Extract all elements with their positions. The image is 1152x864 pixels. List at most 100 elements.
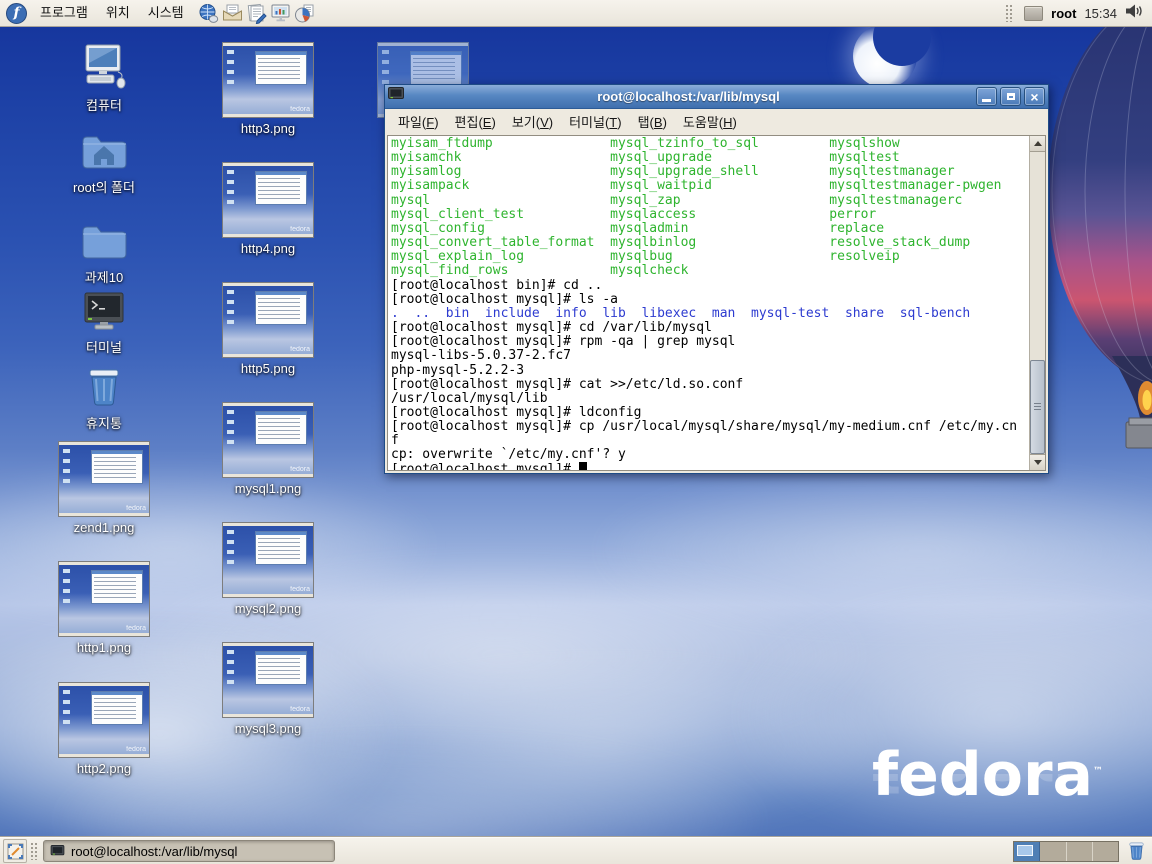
terminal-line: mysql_config mysqladmin replace <box>391 222 1028 236</box>
moon-graphic <box>853 24 921 90</box>
scroll-down-button[interactable] <box>1030 454 1045 470</box>
terminal-line: f <box>391 434 1028 448</box>
workspace-4[interactable] <box>1093 842 1118 861</box>
desktop-icon-label: 과제10 <box>85 270 123 285</box>
calc-icon[interactable] <box>293 1 317 25</box>
panel-launchers <box>197 1 317 25</box>
window-titlebar[interactable]: root@localhost:/var/lib/mysql × <box>385 85 1048 109</box>
screenshot-thumbnail: fedora <box>58 682 150 758</box>
panel-grip[interactable] <box>1005 4 1013 22</box>
terminal-line: mysql_convert_table_format mysqlbinlog r… <box>391 236 1028 250</box>
image-thumbnail-icon: fedora <box>222 642 314 718</box>
fedora-menu-icon[interactable]: f <box>6 3 27 24</box>
terminal-line: [root@localhost mysql]# cd /var/lib/mysq… <box>391 321 1028 335</box>
scrollbar-thumb[interactable] <box>1030 360 1045 454</box>
terminal-line: myisamlog mysql_upgrade_shell mysqltestm… <box>391 165 1028 179</box>
desktop-icon-label: mysql2.png <box>235 601 301 616</box>
maximize-button[interactable] <box>1000 87 1021 106</box>
clock[interactable]: 15:34 <box>1084 6 1117 21</box>
panel-menu-시스템[interactable]: 시스템 <box>139 0 193 26</box>
desktop-icon-http4-png[interactable]: fedorahttp4.png <box>214 162 322 256</box>
notification-app-icon[interactable] <box>1024 6 1043 21</box>
scrollbar[interactable] <box>1029 136 1045 470</box>
terminal-menu-B[interactable]: 탭(B) <box>630 110 675 133</box>
window-list-button[interactable]: root@localhost:/var/lib/mysql <box>43 840 335 862</box>
terminal-menubar: 파일(F)편집(E)보기(V)터미널(T)탭(B)도움말(H) <box>385 109 1048 134</box>
terminal-menu-E[interactable]: 편집(E) <box>447 110 504 133</box>
terminal-menu-H[interactable]: 도움말(H) <box>675 110 745 133</box>
close-button[interactable]: × <box>1024 87 1045 106</box>
terminal-line: myisamchk mysql_upgrade mysqltest <box>391 151 1028 165</box>
show-desktop-button[interactable] <box>3 839 27 863</box>
terminal-icon <box>82 292 126 337</box>
terminal-line: php-mysql-5.2.2-3 <box>391 364 1028 378</box>
terminal-menu-V[interactable]: 보기(V) <box>504 110 561 133</box>
desktop-icon--[interactable]: 터미널 <box>48 292 160 355</box>
desktop-icon-label: http2.png <box>77 761 131 776</box>
terminal-line: [root@localhost bin]# cd .. <box>391 279 1028 293</box>
terminal-content-area[interactable]: myisam_ftdump mysql_tzinfo_to_sql mysqls… <box>387 135 1046 471</box>
panel-menu-위치[interactable]: 위치 <box>97 0 139 26</box>
terminal-menu-F[interactable]: 파일(F) <box>390 110 447 133</box>
screenshot-thumbnail: fedora <box>222 282 314 358</box>
workspace-switcher <box>1013 841 1119 862</box>
terminal-line: mysql_client_test mysqlaccess perror <box>391 208 1028 222</box>
minimize-button[interactable] <box>976 87 997 106</box>
workspace-2[interactable] <box>1040 842 1066 861</box>
desktop-icon-root-[interactable]: root의 폴더 <box>48 132 160 195</box>
workspace-1[interactable] <box>1014 842 1040 861</box>
terminal-line: [root@localhost mysql]# ls -a <box>391 293 1028 307</box>
window-title: root@localhost:/var/lib/mysql <box>404 89 973 104</box>
home-folder-icon <box>80 132 128 177</box>
computer-icon <box>80 44 128 95</box>
desktop-icon-label: 컴퓨터 <box>86 98 122 113</box>
terminal-text: myisam_ftdump mysql_tzinfo_to_sql mysqls… <box>391 137 1028 470</box>
user-switcher-label[interactable]: root <box>1051 6 1076 21</box>
desktop-icon-http1-png[interactable]: fedorahttp1.png <box>48 561 160 655</box>
screen: fedora™ fedora 컴퓨터root의 폴더과제10터미널휴지통fedo… <box>0 0 1152 864</box>
panel-grip[interactable] <box>30 842 38 860</box>
desktop-icon--10[interactable]: 과제10 <box>48 222 160 285</box>
desktop-icon-http5-png[interactable]: fedora http5.png <box>214 282 322 376</box>
writer-icon[interactable] <box>245 1 269 25</box>
terminal-icon <box>388 87 404 106</box>
terminal-line: myisam_ftdump mysql_tzinfo_to_sql mysqls… <box>391 137 1028 151</box>
terminal-line: [root@localhost mysql]# cp /usr/local/my… <box>391 420 1028 434</box>
web-browser-icon[interactable] <box>197 1 221 25</box>
desktop-icon-label: http3.png <box>241 121 295 136</box>
desktop-icon-http2-png[interactable]: fedora http2.png <box>48 682 160 776</box>
screenshot-thumbnail: fedora <box>222 522 314 598</box>
desktop-icon-label: mysql1.png <box>235 481 301 496</box>
terminal-icon <box>50 845 65 857</box>
desktop-icon-mysql3-png[interactable]: fedoramysql3.png <box>214 642 322 736</box>
desktop-icon-zend1-png[interactable]: fedorazend1.png <box>48 441 160 535</box>
workspace-window-preview <box>1017 845 1033 856</box>
screenshot-thumbnail: fedora <box>58 441 150 517</box>
terminal-line: mysql_explain_log mysqlbug resolveip <box>391 250 1028 264</box>
desktop-icon--[interactable]: 휴지통 <box>48 366 160 431</box>
desktop-icon-label: http5.png <box>241 361 295 376</box>
impress-icon[interactable] <box>269 1 293 25</box>
speaker-icon[interactable] <box>1125 2 1144 25</box>
desktop-icon--[interactable]: 컴퓨터 <box>48 44 160 113</box>
top-panel: f 프로그램위치시스템 root 15:34 <box>0 0 1152 27</box>
terminal-line: [root@localhost mysql]# ldconfig <box>391 406 1028 420</box>
panel-menu-프로그램[interactable]: 프로그램 <box>31 0 97 26</box>
image-thumbnail-icon: fedora <box>222 282 314 358</box>
email-icon[interactable] <box>221 1 245 25</box>
desktop-icon-http3-png[interactable]: fedora http3.png <box>214 42 322 136</box>
terminal-line: [root@localhost mysql]# rpm -qa | grep m… <box>391 335 1028 349</box>
image-thumbnail-icon: fedora <box>58 441 150 517</box>
desktop-icon-mysql1-png[interactable]: fedoramysql1.png <box>214 402 322 496</box>
workspace-3[interactable] <box>1067 842 1093 861</box>
bottom-panel: root@localhost:/var/lib/mysql <box>0 837 1152 864</box>
desktop-icon-mysql2-png[interactable]: fedora mysql2.png <box>214 522 322 616</box>
folder-icon <box>80 222 128 267</box>
terminal-line: mysql_find_rows mysqlcheck <box>391 264 1028 278</box>
terminal-line: mysql mysql_zap mysqltestmanagerc <box>391 194 1028 208</box>
terminal-menu-T[interactable]: 터미널(T) <box>561 110 630 133</box>
screenshot-thumbnail: fedora <box>222 42 314 118</box>
trash-icon[interactable] <box>1125 840 1147 862</box>
terminal-line: [root@localhost mysql]# cat >>/etc/ld.so… <box>391 378 1028 392</box>
scroll-up-button[interactable] <box>1030 136 1045 152</box>
